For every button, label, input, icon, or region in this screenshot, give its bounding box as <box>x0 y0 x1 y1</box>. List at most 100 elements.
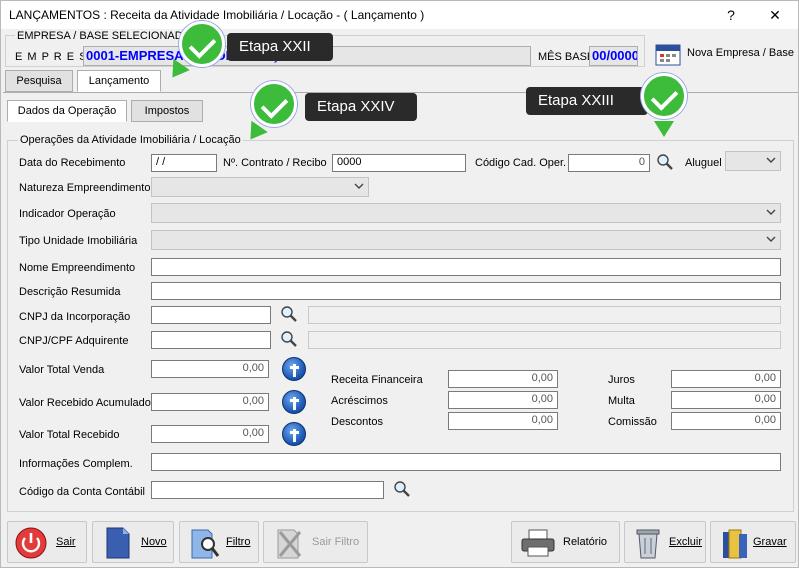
natureza-label: Natureza Empreendimento <box>19 182 151 194</box>
multa-input[interactable]: 0,00 <box>671 391 781 409</box>
nova-empresa-label: Nova Empresa / Base <box>687 47 794 59</box>
indicador-select[interactable] <box>151 203 781 223</box>
search-icon[interactable] <box>280 330 298 348</box>
multa-label: Multa <box>608 395 635 407</box>
cnpj-adquirente-label: CNPJ/CPF Adquirente <box>19 335 129 347</box>
search-icon[interactable] <box>393 480 411 498</box>
nova-empresa-button[interactable]: Nova Empresa / Base <box>651 41 796 67</box>
search-icon[interactable] <box>656 153 674 171</box>
mes-base-label: MÊS BASE <box>538 51 595 63</box>
power-icon <box>15 527 47 559</box>
gravar-button[interactable]: Gravar <box>710 521 796 563</box>
comissao-label: Comissão <box>608 416 657 428</box>
contrato-label: Nº. Contrato / Recibo <box>223 157 327 169</box>
chevron-down-icon <box>354 183 364 189</box>
title-bar: LANÇAMENTOS : Receita da Atividade Imobi… <box>1 1 798 29</box>
tab-lancamento[interactable]: Lançamento <box>77 70 161 92</box>
valor-total-recebido-label: Valor Total Recebido <box>19 429 120 441</box>
contrato-input[interactable]: 0000 <box>332 154 466 172</box>
data-recebimento-label: Data do Recebimento <box>19 157 126 169</box>
subtab-impostos[interactable]: Impostos <box>131 100 203 122</box>
sair-filtro-label: Sair Filtro <box>312 536 360 548</box>
callout-etapa-22: Etapa XXII <box>227 33 333 61</box>
save-icon <box>723 529 747 559</box>
filtro-button[interactable]: Filtro <box>179 521 259 563</box>
descricao-label: Descrição Resumida <box>19 286 121 298</box>
aluguel-label: Aluguel <box>685 157 722 169</box>
receita-financeira-input[interactable]: 0,00 <box>448 370 558 388</box>
valor-total-recebido-input[interactable]: 0,00 <box>151 425 269 443</box>
empresa-group-label: EMPRESA / BASE SELECIONADA <box>15 30 193 42</box>
info-complem-input[interactable] <box>151 453 781 471</box>
conta-contabil-label: Código da Conta Contábil <box>19 486 145 498</box>
chevron-down-icon <box>766 209 776 215</box>
valor-recebido-acum-label: Valor Recebido Acumulado <box>19 397 151 409</box>
filtro-label: Filtro <box>226 536 251 548</box>
receita-financeira-label: Receita Financeira <box>331 374 423 386</box>
valor-recebido-acum-input[interactable]: 0,00 <box>151 393 269 411</box>
novo-button[interactable]: Novo <box>92 521 174 563</box>
comissao-input[interactable]: 0,00 <box>671 412 781 430</box>
cnpj-incorporacao-input[interactable] <box>151 306 271 324</box>
sair-filtro-button[interactable]: Sair Filtro <box>263 521 368 563</box>
trash-icon <box>636 529 660 559</box>
tipo-unidade-select[interactable] <box>151 230 781 250</box>
sair-label: Sair <box>56 536 76 548</box>
novo-label: Novo <box>141 536 167 548</box>
clear-filter-icon <box>277 529 302 559</box>
info-icon[interactable] <box>282 422 306 446</box>
valor-total-venda-input[interactable]: 0,00 <box>151 360 269 378</box>
mes-base-field: 00/0000 <box>589 46 638 66</box>
filter-icon <box>191 529 220 559</box>
nome-empreendimento-label: Nome Empreendimento <box>19 262 136 274</box>
main-window: LANÇAMENTOS : Receita da Atividade Imobi… <box>0 0 799 568</box>
info-complem-label: Informações Complem. <box>19 458 133 470</box>
close-button[interactable]: ✕ <box>753 3 797 27</box>
chevron-down-icon <box>766 157 776 163</box>
callout-etapa-24: Etapa XXIV <box>305 93 417 121</box>
tipo-unidade-label: Tipo Unidade Imobiliária <box>19 235 138 247</box>
new-document-icon <box>106 527 130 559</box>
natureza-select[interactable] <box>151 177 369 197</box>
data-recebimento-input[interactable]: / / <box>151 154 217 172</box>
conta-contabil-input[interactable] <box>151 481 384 499</box>
relatorio-label: Relatório <box>563 536 608 548</box>
valor-total-venda-label: Valor Total Venda <box>19 364 105 376</box>
chevron-down-icon <box>766 236 776 242</box>
tab-pesquisa[interactable]: Pesquisa <box>5 70 73 92</box>
cnpj-adquirente-input[interactable] <box>151 331 271 349</box>
codigo-cad-label: Código Cad. Oper. <box>475 157 567 169</box>
juros-input[interactable]: 0,00 <box>671 370 781 388</box>
help-button[interactable]: ? <box>709 3 753 27</box>
excluir-label: Excluir <box>669 536 703 548</box>
search-icon[interactable] <box>280 305 298 323</box>
gravar-label: Gravar <box>753 536 787 548</box>
indicador-label: Indicador Operação <box>19 208 116 220</box>
info-icon[interactable] <box>282 390 306 414</box>
subtab-dados-operacao[interactable]: Dados da Operação <box>7 100 127 122</box>
cnpj-incorporacao-desc <box>308 306 781 324</box>
relatorio-button[interactable]: Relatório <box>511 521 620 563</box>
window-title: LANÇAMENTOS : Receita da Atividade Imobi… <box>9 8 425 22</box>
cnpj-adquirente-desc <box>308 331 781 349</box>
nome-empreendimento-input[interactable] <box>151 258 781 276</box>
excluir-button[interactable]: Excluir <box>624 521 706 563</box>
check-icon <box>179 21 225 67</box>
check-icon <box>641 73 687 119</box>
acrescimos-label: Acréscimos <box>331 395 388 407</box>
acrescimos-input[interactable]: 0,00 <box>448 391 558 409</box>
descontos-label: Descontos <box>331 416 383 428</box>
codigo-cad-input[interactable]: 0 <box>568 154 650 172</box>
printer-icon <box>521 529 555 557</box>
aluguel-select[interactable] <box>725 151 781 171</box>
operacoes-group-title: Operações da Atividade Imobiliária / Loc… <box>18 134 243 146</box>
cnpj-incorporacao-label: CNPJ da Incorporação <box>19 311 131 323</box>
sair-button[interactable]: Sair <box>7 521 87 563</box>
calendar-icon <box>655 44 681 66</box>
info-icon[interactable] <box>282 357 306 381</box>
descricao-input[interactable] <box>151 282 781 300</box>
juros-label: Juros <box>608 374 635 386</box>
descontos-input[interactable]: 0,00 <box>448 412 558 430</box>
check-icon <box>251 81 297 127</box>
callout-etapa-23: Etapa XXIII <box>526 87 648 115</box>
